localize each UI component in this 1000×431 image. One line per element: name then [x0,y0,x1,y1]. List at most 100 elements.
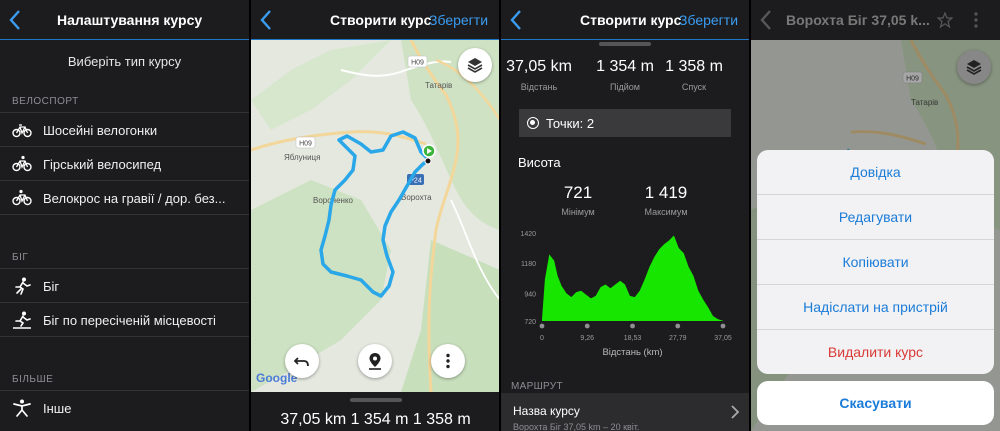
layers-icon [467,58,483,73]
sheet-handle[interactable] [599,42,651,46]
place-label-yablunytsia: Яблуниця [284,153,320,162]
altitude-heading: Висота [518,155,561,170]
more-vertical-icon [446,353,450,369]
back-button[interactable] [6,8,24,32]
road-label-h09: H09 [299,141,312,148]
course-summary-stats: 37,05 km 1 354 m 1 358 m [280,411,471,428]
more-options-button[interactable] [431,344,465,378]
help-action[interactable]: Довідка [757,150,994,195]
points-label: Точки: 2 [546,116,595,131]
stat-label: Відстань [520,82,558,92]
back-button[interactable] [507,8,525,32]
road-bike-icon [12,124,32,138]
chevron-left-icon [260,10,271,30]
delete-course-action[interactable]: Видалити курс [757,330,994,374]
course-details-screen: Створити курс Зберегти 37,05 km Відстань… [501,0,750,431]
end-marker [424,157,432,165]
points-toggle[interactable]: Точки: 2 [519,109,731,137]
elevation-area [542,235,723,321]
chevron-right-icon [731,405,740,419]
course-summary-sheet[interactable]: 37,05 km 1 354 m 1 358 m [251,392,500,431]
header: Налаштування курсу [0,0,249,40]
x-tick-label: 18,53 [624,335,642,342]
list-item-label: Інше [43,401,72,416]
back-button[interactable] [257,8,275,32]
x-tick-label: 37,05 [714,335,732,342]
x-tick-dot [720,323,726,329]
list-item-road-cycling[interactable]: Шосейні велогонки [0,112,249,146]
max-label: Максимум [644,207,688,217]
stat-value: 1 358 m [665,58,723,75]
altitude-min: 721 Мінімум [543,183,613,217]
x-tick-dot [584,323,590,329]
section-header-cycling: ВЕЛОСПОРТ [12,96,79,107]
course-name-row[interactable]: Назва курсу Ворохта Біг 37,05 km – 20 кв… [501,393,750,431]
x-tick-dot [630,323,635,329]
undo-icon [293,357,309,367]
divider [0,336,249,337]
elevation-chart[interactable]: 1420 1180 940 720 0 9,26 18,53 27,79 37,05 Відста… [501,225,750,365]
min-label: Мінімум [561,207,595,217]
stat-label: Спуск [681,82,707,92]
list-item-gravel[interactable]: Велокрос на гравії / дор. без... [0,180,249,214]
save-button[interactable]: Зберегти [429,12,488,28]
sheet-handle[interactable] [350,398,402,402]
course-name-label: Назва курсу [513,404,580,418]
place-label-tatariv: Татарів [425,81,452,90]
radio-icon [527,117,539,129]
runner-icon [15,277,31,295]
y-tick-label: 720 [524,319,536,326]
gravel-bike-icon [12,189,32,206]
screen-title: Створити курс [580,12,682,28]
course-map[interactable]: H09 Татарів H09 Яблуниця P24 Ворохта Вор… [251,40,500,392]
add-point-button[interactable] [358,344,392,378]
x-tick-label: 0 [540,335,544,342]
stat-descent: 1 358 m Спуск [654,58,734,92]
mountain-bike-icon [12,155,32,172]
header: Створити курс Зберегти [501,0,750,40]
place-label-vorokhta: Ворохта [401,193,432,202]
chevron-left-icon [510,10,521,30]
list-item-trail-running[interactable]: Біг по пересіченій місцевості [0,302,249,336]
create-course-map-screen: Створити курс Зберегти H09 Татарів H09 Я… [251,0,500,431]
list-item-other[interactable]: Інше [0,390,249,424]
altitude-max: 1 419 Максимум [631,183,701,217]
screen-title: Налаштування курсу [57,12,203,28]
divider [0,214,249,215]
route-section-header: МАРШРУТ [511,381,563,392]
x-tick-dot [675,323,681,329]
list-item-mountain-bike[interactable]: Гірський велосипед [0,146,249,180]
copy-action[interactable]: Копіювати [757,240,994,285]
chevron-left-icon [9,10,20,30]
x-tick-label: 9,26 [580,335,594,342]
stat-value: 1 354 m [596,58,654,75]
max-value: 1 419 [644,183,688,202]
undo-button[interactable] [285,344,319,378]
section-header-more: БІЛЬШЕ [12,374,54,385]
course-settings-screen: Налаштування курсу Виберіть тип курсу ВЕ… [0,0,249,431]
stat-distance: 37,05 km Відстань [501,58,579,92]
edit-action[interactable]: Редагувати [757,195,994,240]
course-actions-screen: H09 Татарів Ворохта Біг 37,05 k... Довід… [751,0,1000,431]
action-sheet: Довідка Редагувати Копіювати Надіслати н… [757,150,994,374]
stat-ascent: 1 354 m Підйом [585,58,665,92]
send-to-device-action[interactable]: Надіслати на пристрій [757,285,994,330]
cancel-button[interactable]: Скасувати [757,381,994,425]
list-item-running[interactable]: Біг [0,268,249,302]
y-tick-label: 1420 [520,231,536,238]
y-tick-label: 940 [524,291,536,298]
list-item-label: Біг [43,279,60,294]
stat-value: 37,05 km [506,58,572,75]
stat-label: Підйом [610,82,640,92]
road-label-h09: H09 [411,60,424,67]
x-tick-dot [539,323,545,329]
x-tick-label: 27,79 [669,335,687,342]
list-item-label: Гірський велосипед [43,157,162,172]
y-tick-label: 1180 [521,261,536,268]
save-button[interactable]: Зберегти [679,12,738,28]
layers-button[interactable] [458,48,492,82]
list-item-label: Шосейні велогонки [43,123,158,138]
list-item-label: Велокрос на гравії / дор. без... [43,191,226,206]
map-pin-icon [369,353,381,370]
trail-runner-icon [13,311,31,329]
